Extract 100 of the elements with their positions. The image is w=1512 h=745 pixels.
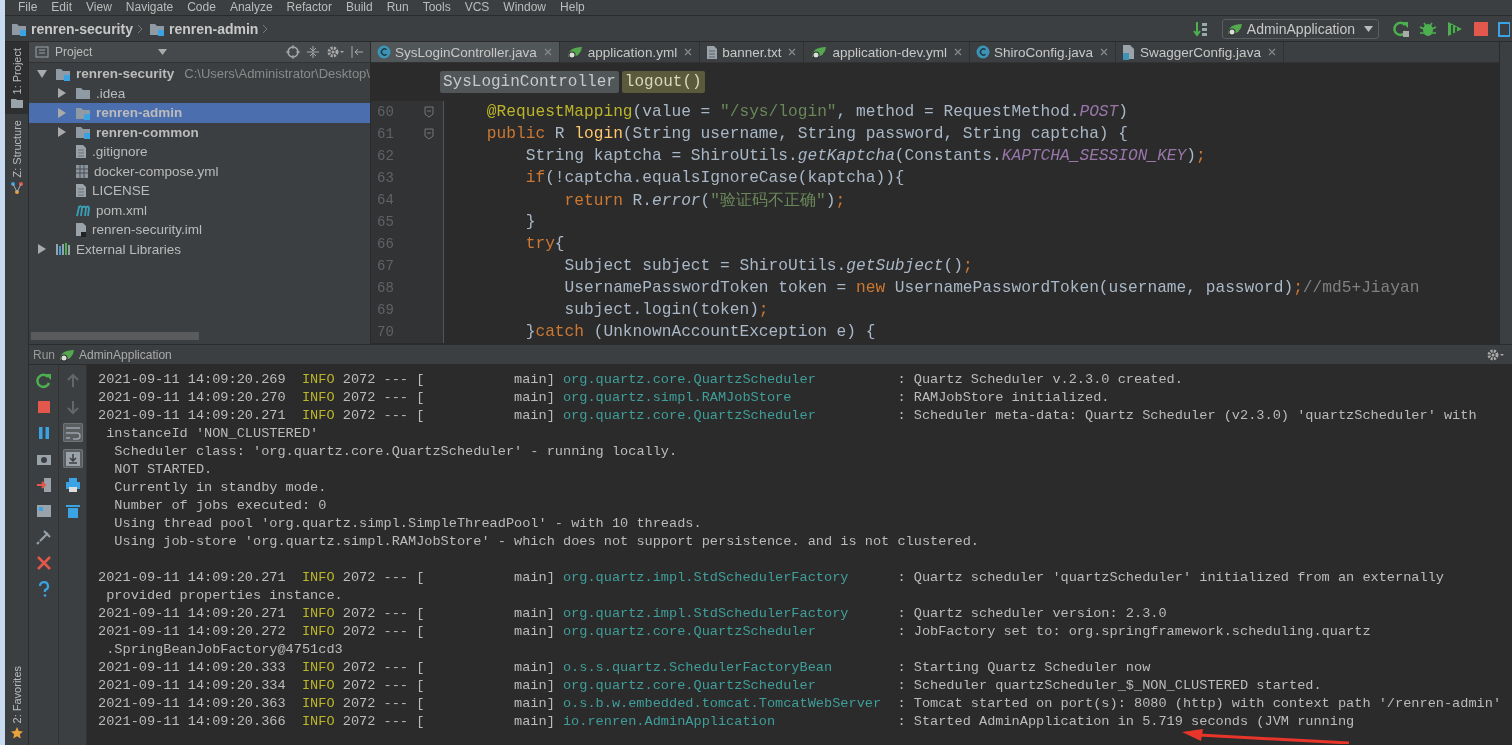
log-level: INFO xyxy=(301,569,336,587)
printer-icon[interactable] xyxy=(64,476,81,493)
module-folder-icon xyxy=(11,21,27,36)
menu-item[interactable]: Build xyxy=(338,0,380,15)
tree-item[interactable]: LICENSE xyxy=(29,181,370,201)
run-config-dropdown[interactable]: AdminApplication xyxy=(1221,18,1379,39)
log-detail: Scheduler class: 'org.quartz.core.QuartzScheduler' - running locally. xyxy=(113,443,678,461)
code-line: try{ xyxy=(524,235,565,253)
tree-item[interactable]: docker-compose.yml xyxy=(29,161,370,181)
editor-tab[interactable]: application.yml xyxy=(559,42,701,62)
log-process: 2072 --- [ xyxy=(342,659,425,677)
log-process: 2072 --- [ xyxy=(342,695,425,713)
log-detail: Currently in standby mode. xyxy=(113,479,327,497)
close-icon[interactable] xyxy=(954,48,962,56)
tree-item[interactable]: External Libraries xyxy=(29,239,370,259)
run-config-tab[interactable]: AdminApplication xyxy=(79,347,172,362)
tree-item[interactable]: renren-security.iml xyxy=(29,220,370,240)
log-thread: main] xyxy=(513,389,555,407)
bug-icon[interactable] xyxy=(1419,20,1437,37)
tool-window-tab[interactable]: 1: Project xyxy=(5,42,28,115)
tool-window-tab[interactable]: 2: Favorites xyxy=(5,659,28,745)
stop-icon[interactable] xyxy=(35,398,52,415)
log-logger: o.s.b.w.embedded.tomcat.TomcatWebServer xyxy=(562,695,883,713)
java-file-icon xyxy=(1122,44,1137,60)
tree-item[interactable]: .idea xyxy=(29,83,370,103)
code-line: } xyxy=(524,213,536,231)
fold-icon[interactable] xyxy=(424,106,434,118)
menu-item[interactable]: Refactor xyxy=(279,0,339,15)
settings-icon[interactable] xyxy=(1486,347,1504,362)
pin-icon[interactable] xyxy=(35,528,52,545)
rerun-icon[interactable] xyxy=(35,372,52,389)
log-timestamp: 2021-09-11 14:09:20.271 xyxy=(98,569,287,587)
expand-arrow-icon[interactable] xyxy=(57,88,67,99)
settings-icon[interactable] xyxy=(326,45,344,59)
breadcrumb-item[interactable]: renren-admin xyxy=(168,20,259,37)
hide-panel-icon[interactable] xyxy=(350,45,364,59)
log-process: 2072 --- [ xyxy=(342,389,425,407)
dropdown-arrow-icon[interactable] xyxy=(158,49,168,55)
log-message: : Starting Quartz Scheduler now xyxy=(897,659,1151,677)
menu-item[interactable]: View xyxy=(79,0,119,15)
menu-item[interactable]: Window xyxy=(496,0,554,15)
close-icon[interactable] xyxy=(1100,48,1109,56)
editor-tab[interactable]: ShiroConfig.java xyxy=(970,42,1117,62)
menu-item[interactable]: Tools xyxy=(415,0,458,15)
menu-item[interactable]: VCS xyxy=(457,0,497,15)
tool-window-tab[interactable]: Z: Structure xyxy=(5,114,28,200)
sort-icon[interactable] xyxy=(1192,20,1209,37)
close-icon[interactable] xyxy=(35,554,52,571)
log-level: INFO xyxy=(301,389,336,407)
code-breadcrumb[interactable]: logout() xyxy=(621,71,705,93)
expand-arrow-icon[interactable] xyxy=(57,107,67,118)
chevron-icon xyxy=(136,23,143,34)
module-folder-icon xyxy=(148,21,165,36)
layout-icon[interactable] xyxy=(35,502,52,519)
log-logger: org.quartz.core.QuartzScheduler xyxy=(562,677,817,695)
path-text: C:\Users\Administrator\Desktop\ xyxy=(184,66,370,82)
soft-wrap-toggle[interactable] xyxy=(62,423,83,442)
trash-icon[interactable] xyxy=(64,502,81,519)
editor-tab[interactable]: SwaggerConfig.java xyxy=(1116,42,1284,62)
log-timestamp: 2021-09-11 14:09:20.363 xyxy=(98,695,287,713)
editor-tab[interactable]: SysLoginController.java xyxy=(371,42,560,62)
tree-item[interactable]: renren-security C:\Users\Administrator\Desktop\ xyxy=(29,64,370,84)
coverage-icon[interactable] xyxy=(1446,20,1464,37)
exit-icon[interactable] xyxy=(35,476,52,493)
log-timestamp: 2021-09-11 14:09:20.269 xyxy=(98,371,287,389)
close-icon[interactable] xyxy=(1267,48,1276,56)
menu-item[interactable]: Edit xyxy=(44,0,80,15)
tree-item[interactable]: pom.xml xyxy=(29,200,370,220)
menu-item[interactable]: Code xyxy=(180,0,223,15)
editor-tab[interactable]: application-dev.yml xyxy=(804,42,970,62)
close-icon[interactable] xyxy=(684,48,693,56)
menu-item[interactable]: Help xyxy=(553,0,592,15)
log-logger: org.quartz.core.QuartzScheduler xyxy=(562,371,817,389)
menu-item[interactable]: Analyze xyxy=(222,0,280,15)
menu-item[interactable]: File xyxy=(11,0,45,15)
log-thread: main] xyxy=(513,713,555,731)
log-message: : Started AdminApplication in 5.719 seconds (JVM running xyxy=(897,713,1355,731)
scrollbar[interactable] xyxy=(31,332,199,340)
locate-icon[interactable] xyxy=(286,45,300,59)
dropdown-arrow-icon xyxy=(1364,25,1373,32)
log-timestamp: 2021-09-11 14:09:20.366 xyxy=(98,713,287,731)
rerun-icon[interactable] xyxy=(1392,20,1410,37)
collapse-icon[interactable] xyxy=(306,45,320,59)
expand-arrow-icon[interactable] xyxy=(57,127,67,138)
menu-item[interactable]: Run xyxy=(379,0,416,15)
close-icon[interactable] xyxy=(543,48,552,56)
view-dropdown[interactable]: Project xyxy=(55,45,93,59)
log-logger: org.quartz.core.QuartzScheduler xyxy=(562,623,817,641)
code-breadcrumb[interactable]: SysLoginController xyxy=(440,71,619,93)
editor-tab[interactable]: banner.txt xyxy=(700,42,805,62)
expand-arrow-icon[interactable] xyxy=(37,244,47,255)
tree-item[interactable]: .gitignore xyxy=(29,142,370,162)
scroll-to-end-toggle[interactable] xyxy=(62,449,83,468)
fold-icon[interactable] xyxy=(424,128,434,140)
collapse-arrow-icon[interactable] xyxy=(37,68,47,79)
stop-icon[interactable] xyxy=(1473,20,1489,37)
breadcrumb-item[interactable]: renren-security xyxy=(31,20,133,37)
menu-item[interactable]: Navigate xyxy=(118,0,181,15)
tree-item[interactable]: renren-common xyxy=(29,122,370,142)
close-icon[interactable] xyxy=(788,48,797,56)
